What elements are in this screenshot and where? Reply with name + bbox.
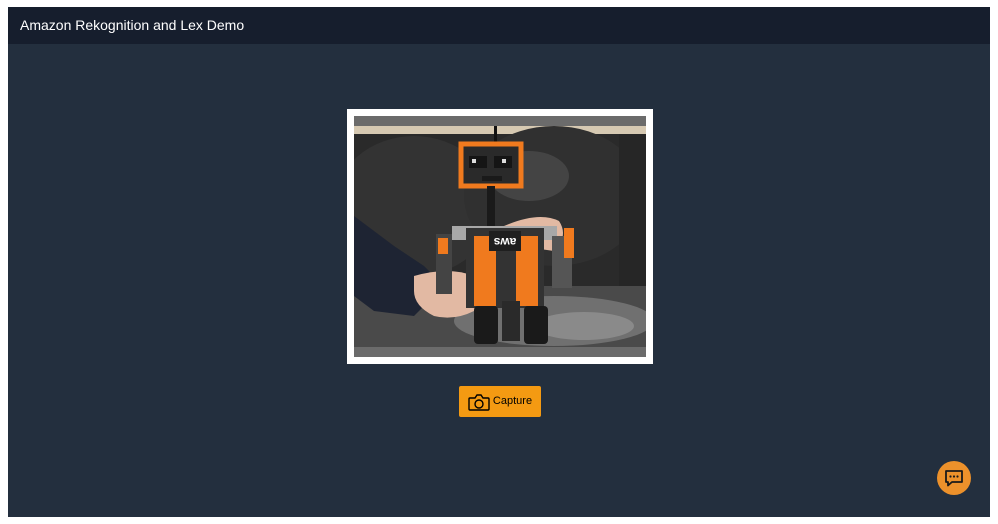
capture-label: Capture [492,395,533,407]
capture-button[interactable]: Capture [459,386,541,417]
app-window: Amazon Rekognition and Lex Demo aws Capt… [8,7,990,517]
app-title: Amazon Rekognition and Lex Demo [20,17,245,33]
chat-button[interactable] [937,461,971,495]
robot-photo: aws [354,116,646,357]
camera-frame: aws [347,109,653,364]
top-bar: Amazon Rekognition and Lex Demo [8,7,990,44]
chat-bubble-icon [945,470,963,487]
camera-icon [468,393,490,411]
robot-body-text: aws [493,235,516,249]
camera-preview: aws [354,116,646,357]
